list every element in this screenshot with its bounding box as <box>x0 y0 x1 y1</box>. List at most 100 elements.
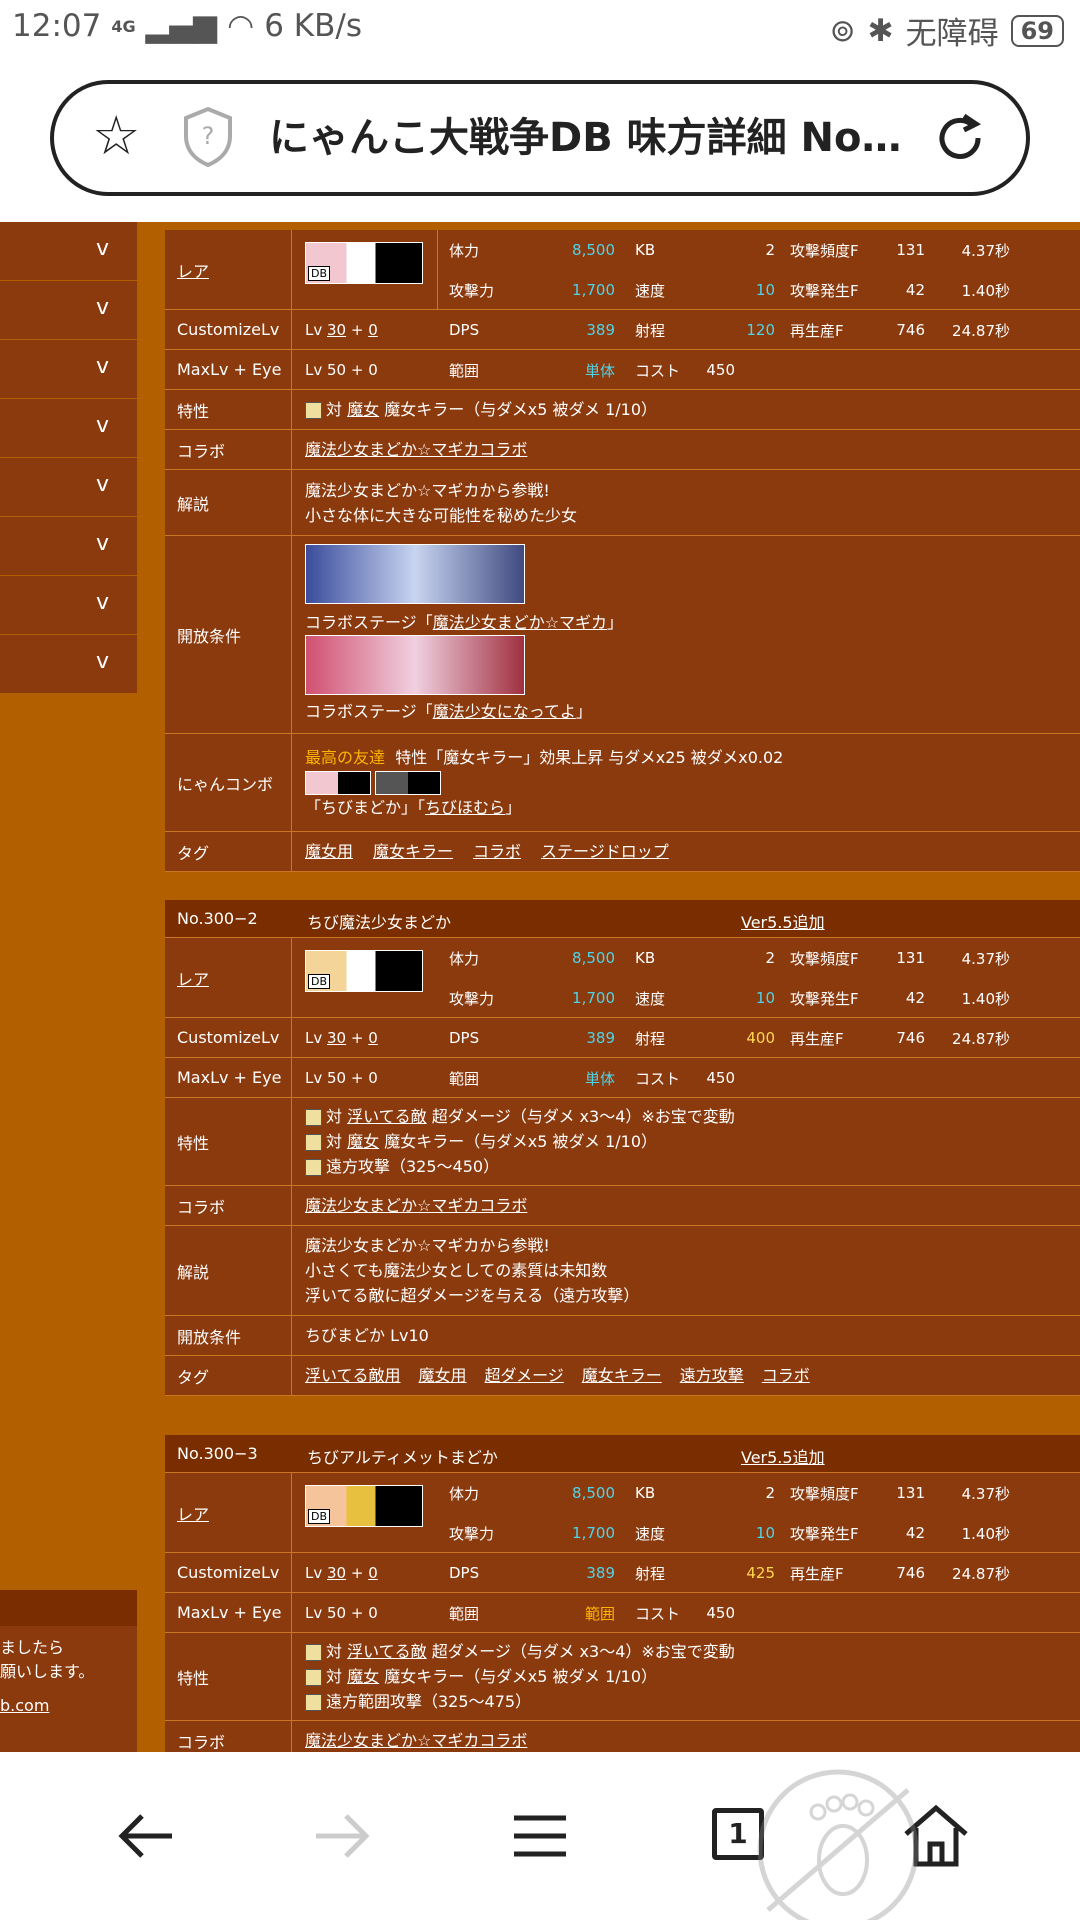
range-value: 400 <box>746 1029 775 1047</box>
tag-link[interactable]: 魔女キラー <box>373 839 453 864</box>
rarity-label[interactable]: レア <box>165 1473 292 1552</box>
area-value: 範囲 <box>584 1604 615 1623</box>
tag-row: タグ 魔女用 魔女キラー コラボ ステージドロップ <box>165 832 1080 872</box>
tag-link[interactable]: 浮いてる敵用 <box>305 1363 401 1388</box>
back-icon[interactable] <box>106 1796 186 1876</box>
label: 攻撃頻度F <box>790 949 859 968</box>
colab-label: コラボ <box>165 430 292 469</box>
combo-member-link[interactable]: ちびほむら <box>425 798 505 817</box>
trait-icon <box>305 1644 322 1661</box>
attack-value: 1,700 <box>572 1524 615 1542</box>
sidebar-item[interactable]: v <box>0 517 137 576</box>
regen-value: 746 <box>896 321 925 339</box>
page-title[interactable]: にゃんこ大戦争DB 味方詳細 No… <box>269 112 949 164</box>
label: 速度 <box>635 1524 666 1543</box>
stats-row: CustomizeLv Lv 30 + 0 DPS 389 射程 120 再生産… <box>165 310 1080 350</box>
tag-link[interactable]: コラボ <box>473 839 521 864</box>
unit-thumbnail[interactable]: DB <box>305 242 423 284</box>
stats-row: MaxLv + Eye Lv 50 + 0 範囲 範囲 コスト 450 <box>165 1593 1080 1633</box>
colab-link[interactable]: 魔法少女まどか☆マギカコラボ <box>305 437 1080 462</box>
dps-value: 389 <box>586 1029 615 1047</box>
hp-value: 8,500 <box>572 241 615 259</box>
chevron-down-icon: v <box>95 236 109 261</box>
stats-row: MaxLv + Eye Lv 50 + 0 範囲 単体 コスト 450 <box>165 1058 1080 1098</box>
sidebar-item[interactable]: v <box>0 635 137 694</box>
footer-link[interactable]: b.com <box>0 1694 137 1718</box>
network-icon: 4G <box>111 16 136 36</box>
tag-link[interactable]: 魔女キラー <box>582 1363 662 1388</box>
address-bar[interactable]: ☆ ? にゃんこ大戦争DB 味方詳細 No… <box>50 80 1030 196</box>
unlock-label: 開放条件 <box>165 1316 292 1355</box>
label: DPS <box>449 1564 480 1582</box>
time: 12:07 <box>12 8 102 44</box>
page-content[interactable]: v v v v v v v v ましたら 願いします。 b.com レア DB … <box>0 222 1080 1752</box>
maxlv-value: Lv 50 + 0 <box>305 361 378 379</box>
sidebar-item[interactable]: v <box>0 340 137 399</box>
range-value: 120 <box>746 321 775 339</box>
tag-link[interactable]: 超ダメージ <box>485 1363 564 1388</box>
freq-seconds: 4.37秒 <box>961 949 1010 968</box>
label: コスト <box>635 1069 681 1088</box>
tag-link[interactable]: コラボ <box>762 1363 810 1388</box>
stage-banner[interactable] <box>305 635 525 695</box>
colab-row: コラボ 魔法少女まどか☆マギカコラボ <box>165 1721 1080 1752</box>
desc-text: 魔法少女まどか☆マギカから参戦! <box>305 480 550 500</box>
unit-thumbnail[interactable]: DB <box>305 950 423 992</box>
sidebar-item[interactable]: v <box>0 576 137 635</box>
forward-icon[interactable] <box>302 1796 382 1876</box>
chevron-down-icon: v <box>95 413 109 438</box>
trait-label: 特性 <box>165 390 292 429</box>
regen-seconds: 24.87秒 <box>952 321 1010 340</box>
label: 再生産F <box>790 1029 844 1048</box>
shield-icon[interactable]: ? <box>182 106 234 168</box>
label: 攻撃頻度F <box>790 1484 859 1503</box>
speed-value: 10 <box>755 281 775 299</box>
footprint-icon[interactable] <box>748 1760 928 1920</box>
chevron-down-icon: v <box>95 295 109 320</box>
dps-value: 389 <box>586 1564 615 1582</box>
stage-link[interactable]: 魔法少女になってよ <box>433 702 576 721</box>
tag-link[interactable]: 魔女用 <box>305 839 353 864</box>
desc-row: 解説 魔法少女まどか☆マギカから参戦! 小さな体に大きな可能性を秘めた少女 <box>165 470 1080 536</box>
tag-row: タグ 浮いてる敵用 魔女用 超ダメージ 魔女キラー 遠方攻撃 コラボ <box>165 1356 1080 1396</box>
unlock-value: ちびまどか Lv10 <box>305 1326 429 1345</box>
label: DPS <box>449 1029 480 1047</box>
version-link[interactable]: Ver5.5追加 <box>741 909 825 933</box>
unit-name: ちびアルティメットまどか <box>307 1448 498 1467</box>
stage-link[interactable]: 魔法少女まどか☆マギカ <box>433 613 607 632</box>
star-icon[interactable]: ☆ <box>92 106 140 166</box>
label: 攻撃発生F <box>790 1524 859 1543</box>
combo-unit-thumb[interactable] <box>305 771 371 796</box>
maxlv-value: Lv 50 + 0 <box>305 1069 378 1087</box>
version-link[interactable]: Ver5.5追加 <box>741 1444 825 1468</box>
chevron-down-icon: v <box>95 531 109 556</box>
colab-link[interactable]: 魔法少女まどか☆マギカコラボ <box>305 1728 1080 1752</box>
sidebar-item[interactable]: v <box>0 281 137 340</box>
regen-seconds: 24.87秒 <box>952 1564 1010 1583</box>
speed-value: 10 <box>755 1524 775 1542</box>
rarity-label[interactable]: レア <box>165 938 292 1017</box>
trait-value: 対 浮いてる敵 超ダメージ（与ダメ x3～4）※お宝で変動 対 魔女 魔女キラー… <box>305 1098 1080 1185</box>
combo-unit-thumb[interactable] <box>375 771 441 796</box>
combo-effect: 特性「魔女キラー」効果上昇 与ダメx25 被ダメx0.02 <box>395 747 784 767</box>
reload-icon[interactable] <box>932 110 988 166</box>
sidebar-item[interactable]: v <box>0 222 137 281</box>
tag-link[interactable]: ステージドロップ <box>541 839 669 864</box>
menu-icon[interactable] <box>500 1796 580 1876</box>
colab-link[interactable]: 魔法少女まどか☆マギカコラボ <box>305 1193 1080 1218</box>
rarity-label[interactable]: レア <box>165 230 292 309</box>
tag-link[interactable]: 遠方攻撃 <box>680 1363 744 1388</box>
unit-thumbnail[interactable]: DB <box>305 1485 423 1527</box>
customize-label: CustomizeLv <box>165 310 292 349</box>
sidebar-item[interactable]: v <box>0 399 137 458</box>
trait-label: 特性 <box>165 1098 292 1185</box>
tag-link[interactable]: 魔女用 <box>419 1363 467 1388</box>
footer-text: 願いします。 <box>0 1662 95 1681</box>
bluetooth-icon: ✱ <box>867 12 894 49</box>
label: 攻撃力 <box>449 1524 495 1543</box>
label: 再生産F <box>790 1564 844 1583</box>
unit-name: ちび魔法少女まどか <box>307 913 452 932</box>
stage-banner[interactable] <box>305 544 525 604</box>
label: 範囲 <box>449 361 480 380</box>
sidebar-item[interactable]: v <box>0 458 137 517</box>
